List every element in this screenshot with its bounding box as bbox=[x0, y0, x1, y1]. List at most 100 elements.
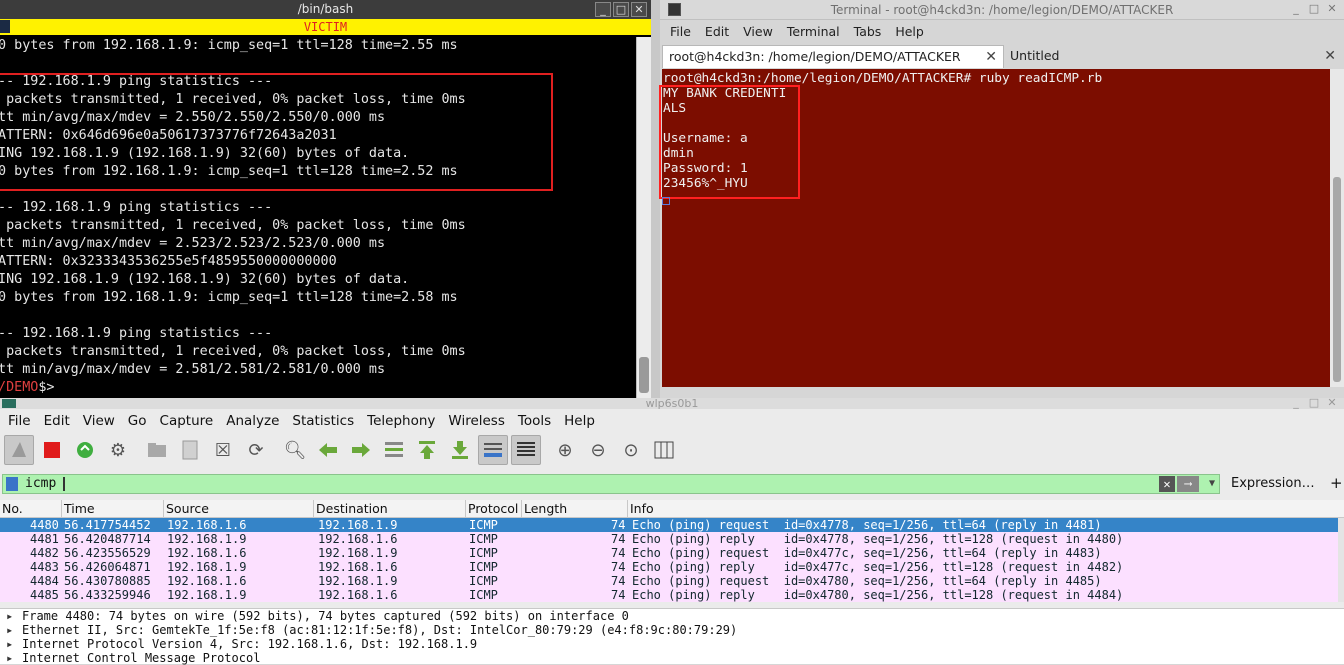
table-row[interactable]: 4481 56.420487714 192.168.1.9 192.168.1.6 IC… bbox=[0, 532, 1338, 546]
apply-filter-arrow-icon[interactable]: ⟶ bbox=[1177, 476, 1199, 492]
minimize-button[interactable]: _ bbox=[595, 2, 611, 17]
bash-output-line: PATTERN: 0x3233343536255e5f4859550000000… bbox=[0, 254, 337, 269]
close-button[interactable]: ✕ bbox=[1324, 2, 1340, 17]
bookmark-icon[interactable] bbox=[6, 477, 18, 491]
close-file-icon[interactable]: ☒ bbox=[208, 435, 238, 465]
menu-edit[interactable]: Edit bbox=[705, 24, 729, 39]
capture-options-gear-icon[interactable]: ⚙ bbox=[103, 435, 133, 465]
packet-list-scrollbar[interactable] bbox=[1338, 518, 1344, 602]
packet-src-cell: 192.168.1.6 bbox=[167, 518, 247, 532]
zoom-out-icon[interactable]: ⊖ bbox=[583, 435, 613, 465]
menu-help[interactable]: Help bbox=[895, 24, 924, 39]
menu-tools[interactable]: Tools bbox=[518, 413, 551, 429]
colorize-icon[interactable] bbox=[511, 435, 541, 465]
scrollbar-thumb[interactable] bbox=[1333, 177, 1341, 382]
menu-help[interactable]: Help bbox=[564, 413, 595, 429]
menu-wireless[interactable]: Wireless bbox=[448, 413, 505, 429]
filter-history-chevron-down-icon[interactable]: ▼ bbox=[1209, 475, 1215, 493]
close-button[interactable]: ✕ bbox=[1324, 396, 1340, 411]
menu-go[interactable]: Go bbox=[128, 413, 147, 429]
column-destination[interactable]: Destination bbox=[314, 500, 466, 518]
close-tab-icon[interactable]: ✕ bbox=[985, 46, 997, 68]
terminal-menubar: File Edit View Terminal Tabs Help bbox=[660, 20, 1344, 42]
normal-size-icon[interactable]: ⊙ bbox=[616, 435, 646, 465]
go-forward-arrow-icon[interactable] bbox=[346, 435, 376, 465]
column-info[interactable]: Info bbox=[628, 500, 1344, 518]
maximize-button[interactable]: □ bbox=[613, 2, 629, 17]
menu-telephony[interactable]: Telephony bbox=[367, 413, 435, 429]
expression-button[interactable]: Expression… bbox=[1231, 476, 1315, 491]
column-no[interactable]: No. bbox=[0, 500, 62, 518]
column-source[interactable]: Source bbox=[164, 500, 314, 518]
tab-untitled[interactable]: Untitled ✕ bbox=[1004, 45, 1342, 68]
packet-proto-cell: ICMP bbox=[469, 560, 498, 574]
close-tab-icon[interactable]: ✕ bbox=[1324, 45, 1336, 67]
autoscroll-icon[interactable] bbox=[478, 435, 508, 465]
packet-no-cell: 4482 bbox=[30, 546, 59, 560]
table-row[interactable]: 4484 56.430780885 192.168.1.6 192.168.1.9 IC… bbox=[0, 574, 1338, 588]
table-row[interactable]: 4483 56.426064871 192.168.1.9 192.168.1.6 IC… bbox=[0, 560, 1338, 574]
detail-tree-item[interactable]: ▸ Frame 4480: 74 bytes on wire (592 bits)… bbox=[0, 609, 1344, 623]
detail-tree-item[interactable]: ▸ Internet Control Message Protocol bbox=[0, 651, 1344, 665]
reload-icon[interactable]: ⟳ bbox=[241, 435, 271, 465]
column-time[interactable]: Time bbox=[62, 500, 164, 518]
zoom-in-icon[interactable]: ⊕ bbox=[550, 435, 580, 465]
scrollbar-thumb[interactable] bbox=[639, 357, 649, 393]
menu-terminal[interactable]: Terminal bbox=[787, 24, 840, 39]
go-back-arrow-icon[interactable] bbox=[313, 435, 343, 465]
bash-scrollbar[interactable] bbox=[636, 37, 651, 398]
menu-analyze[interactable]: Analyze bbox=[226, 413, 279, 429]
menu-file[interactable]: File bbox=[670, 24, 691, 39]
table-row[interactable]: 4480 56.417754452 192.168.1.6 192.168.1.9 IC… bbox=[0, 518, 1338, 532]
start-capture-fin-icon[interactable] bbox=[4, 435, 34, 465]
menu-file[interactable]: File bbox=[8, 413, 31, 429]
tab-attacker[interactable]: root@h4ckd3n: /home/legion/DEMO/ATTACKER… bbox=[662, 45, 1004, 68]
minimize-button[interactable]: _ bbox=[1288, 2, 1304, 17]
first-packet-icon[interactable] bbox=[412, 435, 442, 465]
menu-view[interactable]: View bbox=[743, 24, 773, 39]
bash-output-line: 40 bytes from 192.168.1.9: icmp_seq=1 tt… bbox=[0, 290, 458, 305]
open-folder-icon[interactable] bbox=[142, 435, 172, 465]
menu-view[interactable]: View bbox=[83, 413, 115, 429]
packet-src-cell: 192.168.1.9 bbox=[167, 588, 247, 602]
stop-capture-icon[interactable] bbox=[37, 435, 67, 465]
maximize-button[interactable]: □ bbox=[1306, 2, 1322, 17]
expand-triangle-icon[interactable]: ▸ bbox=[6, 637, 22, 651]
packet-proto-cell: ICMP bbox=[469, 574, 498, 588]
go-to-packet-icon[interactable] bbox=[379, 435, 409, 465]
maximize-button[interactable]: □ bbox=[1306, 396, 1322, 411]
close-button[interactable]: ✕ bbox=[631, 2, 647, 17]
clear-filter-icon[interactable]: ✕ bbox=[1159, 476, 1175, 492]
terminal-scrollbar[interactable] bbox=[1330, 69, 1344, 387]
display-filter-input[interactable]: icmp ✕ ⟶ ▼ bbox=[2, 474, 1220, 494]
column-length[interactable]: Length bbox=[522, 500, 628, 518]
add-filter-button[interactable]: + bbox=[1330, 474, 1343, 492]
column-protocol[interactable]: Protocol bbox=[466, 500, 522, 518]
expand-triangle-icon[interactable]: ▸ bbox=[6, 623, 22, 637]
save-file-icon[interactable] bbox=[175, 435, 205, 465]
expand-triangle-icon[interactable]: ▸ bbox=[6, 609, 22, 623]
app-menu-icon[interactable] bbox=[0, 20, 10, 33]
bash-output-line bbox=[0, 307, 636, 325]
menu-tabs[interactable]: Tabs bbox=[854, 24, 882, 39]
wireshark-window: wlp6s0b1 _ □ ✕ File Edit View Go Capture… bbox=[0, 396, 1344, 665]
menu-capture[interactable]: Capture bbox=[160, 413, 214, 429]
packet-time-cell: 56.433259946 bbox=[64, 588, 151, 602]
menu-statistics[interactable]: Statistics bbox=[292, 413, 354, 429]
minimize-button[interactable]: _ bbox=[1288, 396, 1304, 411]
resize-columns-icon[interactable] bbox=[649, 435, 679, 465]
detail-tree-item[interactable]: ▸ Ethernet II, Src: GemtekTe_1f:5e:f8 (ac… bbox=[0, 623, 1344, 637]
table-row[interactable]: 4485 56.433259946 192.168.1.9 192.168.1.6 IC… bbox=[0, 588, 1338, 602]
restart-capture-icon[interactable] bbox=[70, 435, 100, 465]
expand-triangle-icon[interactable]: ▸ bbox=[6, 651, 22, 665]
last-packet-icon[interactable] bbox=[445, 435, 475, 465]
packet-len-cell: 74 bbox=[611, 574, 626, 588]
packet-proto-cell: ICMP bbox=[469, 532, 498, 546]
find-packet-search-icon[interactable]: 🔍︎ bbox=[280, 435, 310, 465]
packet-proto-cell: ICMP bbox=[469, 588, 498, 602]
detail-tree-item[interactable]: ▸ Internet Protocol Version 4, Src: 192.1… bbox=[0, 637, 1344, 651]
menu-edit[interactable]: Edit bbox=[44, 413, 70, 429]
packet-time-cell: 56.423556529 bbox=[64, 546, 151, 560]
wireshark-titlebar: wlp6s0b1 _ □ ✕ bbox=[0, 396, 1344, 411]
table-row[interactable]: 4482 56.423556529 192.168.1.6 192.168.1.9 IC… bbox=[0, 546, 1338, 560]
